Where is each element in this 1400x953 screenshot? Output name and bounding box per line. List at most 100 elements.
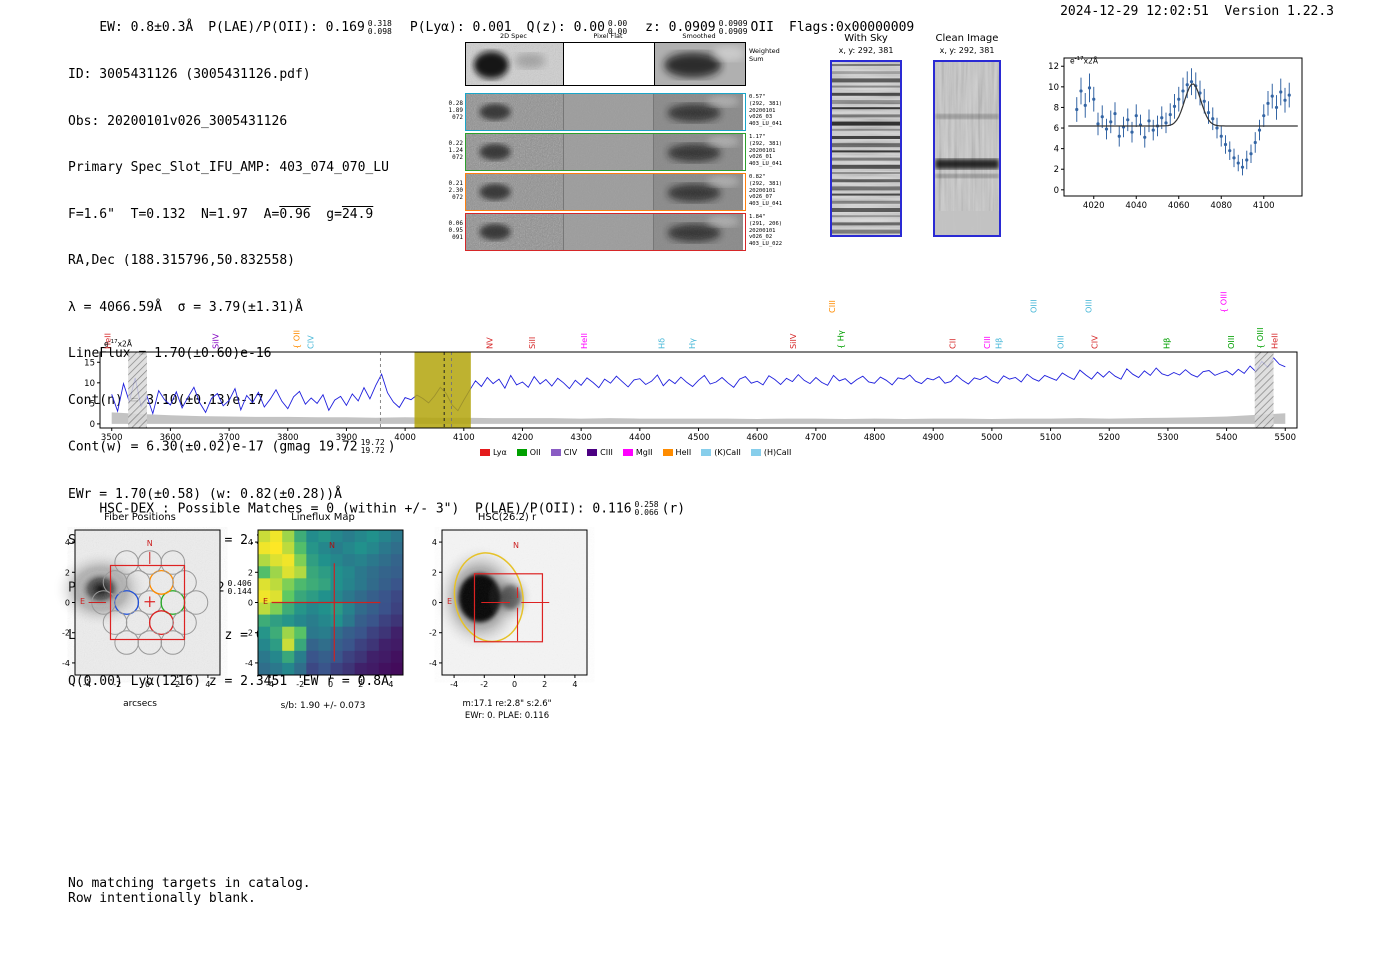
svg-text:-2: -2: [62, 629, 70, 638]
legend-swatch: [750, 449, 761, 456]
hsc-caption1: m:17.1 re:2.8" s:2.6": [462, 699, 552, 709]
svg-text:-2: -2: [480, 680, 488, 689]
fiber-cutout-row: 0.21 2.30 072 0.82" (292, 381) 20200101 v026_0…: [443, 173, 795, 211]
hsc-caption2: EWr: 0. PLAE: 0.116: [464, 711, 550, 721]
svg-text:12: 12: [1048, 62, 1059, 72]
svg-text:SiIV: SiIV: [788, 333, 798, 349]
fiber-row-weights: 0.22 1.24 072: [448, 140, 463, 161]
svg-text:4020: 4020: [1083, 201, 1105, 211]
spectrum-block: 3500 3600 3700 3800 3900 4000 4100 4200 4300 4400…: [0, 255, 1400, 470]
svg-text:5400: 5400: [1216, 433, 1238, 443]
svg-text:-4: -4: [245, 659, 253, 668]
legend-swatch: [516, 449, 527, 456]
svg-text:N: N: [513, 541, 519, 550]
detection-id: ID: 3005431126 (3005431126.pdf): [68, 67, 311, 82]
spectrum-legend: Lyα OII CIV CIII MgII HeII (K)CaII (H)CaII: [480, 448, 791, 457]
lineflux-map-title: Lineflux Map: [291, 512, 355, 523]
svg-text:4900: 4900: [922, 433, 944, 443]
svg-text:4060: 4060: [1168, 201, 1190, 211]
fiber-xlabel: arcsecs: [123, 699, 157, 709]
svg-text:CII: CII: [948, 338, 958, 349]
svg-text:4: 4: [388, 680, 393, 689]
fiber-row-weights: 0.06 0.95 091: [448, 220, 463, 241]
svg-text:0: 0: [65, 599, 70, 608]
fiber-2dspec-image: [466, 214, 563, 250]
legend-swatch: [662, 449, 673, 456]
fiber-row-cutouts: [465, 93, 746, 131]
svg-text:3600: 3600: [160, 433, 182, 443]
line-fit-chart: 4020 4040 4060 4080 4100 0 2 4 6 8 10 12: [1048, 57, 1303, 211]
svg-text:2: 2: [175, 680, 180, 689]
fiber-2dspec-image: [466, 174, 563, 210]
legend-label: (H)CaII: [763, 448, 792, 457]
hsc-dex-line: HSC-DEX : Possible Matches = 0 (within +…: [99, 499, 686, 517]
svg-text:CIII: CIII: [982, 336, 992, 349]
svg-text:E: E: [447, 597, 452, 606]
fiber-pixelflat-image: [563, 94, 653, 130]
footer-note-2: Row intentionally blank.: [68, 891, 256, 906]
fiber-row-annotation: 0.82" (292, 381) 20200101 v026_07 403_LU_041: [749, 174, 783, 208]
fiber-pixelflat-image: [563, 214, 653, 250]
svg-text:3700: 3700: [218, 433, 240, 443]
svg-text:-2: -2: [245, 629, 253, 638]
hsc-plae-uncertainty: 0.258 0.066: [634, 499, 659, 517]
fiber-row-weights: 0.28 1.89 072: [448, 100, 463, 121]
hsc-cutout-title: HSC(26.2) r: [477, 512, 537, 523]
fiber-smoothed-image: [653, 134, 743, 170]
svg-text:0: 0: [90, 420, 95, 430]
legend-item: OII: [516, 448, 541, 457]
svg-text:2: 2: [65, 568, 70, 577]
svg-text:5000: 5000: [981, 433, 1003, 443]
fiber-row-annotation: 0.57" (292, 381) 20200101 v026_03 403_LU_041: [749, 94, 783, 128]
lineflux-caption: s/b: 1.90 +/- 0.073: [280, 701, 366, 711]
svg-text:Hδ: Hδ: [656, 338, 666, 349]
svg-text:3800: 3800: [277, 433, 299, 443]
svg-text:-4: -4: [62, 659, 70, 668]
svg-text:Hβ: Hβ: [993, 338, 1003, 349]
svg-text:4: 4: [65, 538, 70, 547]
svg-text:-2: -2: [113, 680, 121, 689]
cutout-grid: 2D Spec Pixel Flat Smoothed Weighted Sum…: [443, 28, 795, 256]
svg-text:-4: -4: [83, 680, 91, 689]
svg-text:2: 2: [358, 680, 363, 689]
legend-label: HeII: [675, 448, 692, 457]
legend-label: MgII: [635, 448, 653, 457]
svg-text:5100: 5100: [1040, 433, 1062, 443]
fiber-2dspec-image: [466, 94, 563, 130]
svg-text:-4: -4: [450, 680, 458, 689]
legend-label: Lyα: [493, 448, 507, 457]
fiber-cutout-row: 0.28 1.89 072 0.57" (292, 381) 20200101 v026_0…: [443, 93, 795, 131]
svg-text:0: 0: [512, 680, 517, 689]
legend-swatch: [622, 449, 633, 456]
svg-text:4000: 4000: [394, 433, 416, 443]
svg-text:Hβ: Hβ: [1162, 338, 1172, 349]
clean-title: Clean Image: [935, 33, 999, 44]
svg-text:HeII: HeII: [579, 333, 589, 349]
svg-text:{ OII: { OII: [292, 330, 302, 349]
legend-item: MgII: [622, 448, 653, 457]
svg-text:5200: 5200: [1098, 433, 1120, 443]
svg-text:4100: 4100: [453, 433, 475, 443]
fiber-row-annotation: 1.84" (291, 206) 20200101 v026_02 403_LU_022: [749, 214, 783, 248]
footer-note-1: No matching targets in catalog.: [68, 876, 311, 891]
hsc-cutout-chart: N E -4 -2 0 2 4 -4 -2 0 2 4: [429, 529, 588, 689]
svg-text:-2: -2: [429, 629, 437, 638]
svg-text:15: 15: [84, 358, 95, 368]
svg-text:4080: 4080: [1210, 201, 1232, 211]
svg-text:CIV: CIV: [306, 335, 316, 349]
svg-text:4: 4: [205, 680, 210, 689]
legend-item: CIV: [550, 448, 577, 457]
svg-text:4: 4: [1054, 145, 1059, 155]
svg-text:4300: 4300: [570, 433, 592, 443]
fiber-positions-title: Fiber Positions: [104, 512, 176, 523]
svg-text:{ OIII: { OIII: [1219, 291, 1229, 313]
svg-text:3500: 3500: [101, 433, 123, 443]
svg-text:4: 4: [432, 538, 437, 547]
fiber-cutout-row: 0.06 0.95 091 1.84" (291, 206) 20200101 v026_0…: [443, 213, 795, 251]
svg-text:4: 4: [248, 538, 253, 547]
legend-item: CIII: [587, 448, 613, 457]
fiber-smoothed-image: [653, 214, 743, 250]
legend-swatch: [550, 449, 561, 456]
seeing-stats: F=1.6" T=0.132 N=1.97 A=0.96 g=24.9: [68, 206, 374, 222]
withsky-image: [830, 60, 902, 237]
